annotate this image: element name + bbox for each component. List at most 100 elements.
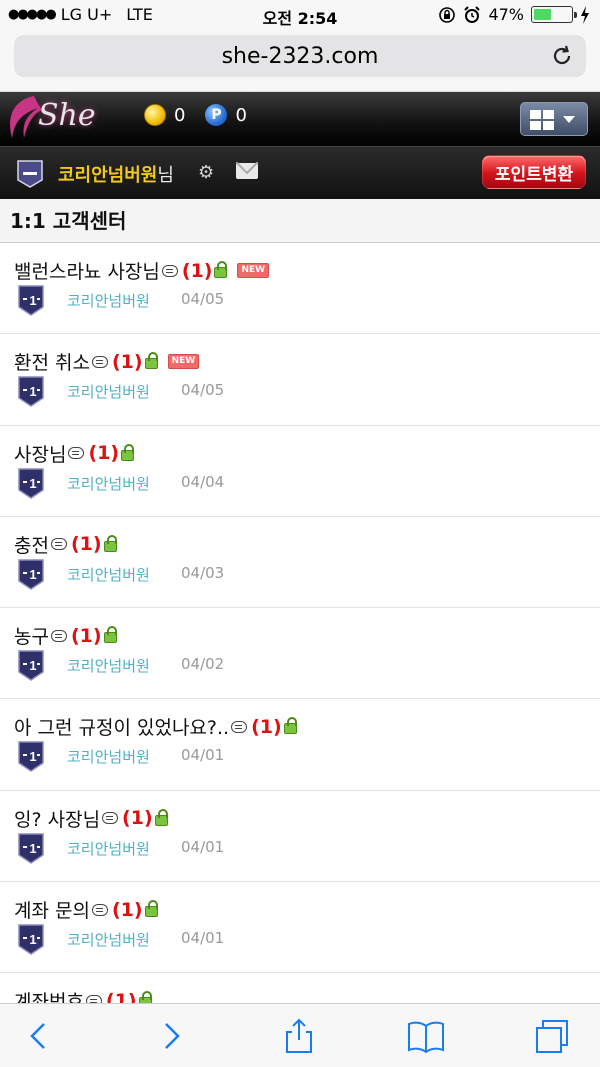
list-item[interactable]: 농구 (1) 1 코리안넘버원 04/02 bbox=[0, 608, 600, 700]
post-title: 계좌 문의 bbox=[14, 900, 90, 923]
browser-toolbar bbox=[0, 1003, 600, 1067]
list-item[interactable]: 충전 (1) 1 코리안넘버원 04/03 bbox=[0, 517, 600, 609]
list-item[interactable]: 계좌번호(1)1코리안넘버원04/01 bbox=[0, 973, 600, 1003]
address-field[interactable]: she-2323.com bbox=[14, 35, 586, 77]
lock-icon bbox=[283, 717, 297, 735]
tabs-icon[interactable] bbox=[533, 1018, 573, 1054]
post-title: 잉? 사장님 bbox=[14, 808, 101, 831]
bookmarks-icon[interactable] bbox=[406, 1018, 446, 1054]
speech-bubble-icon bbox=[161, 264, 178, 277]
alarm-icon bbox=[464, 5, 481, 23]
forward-icon[interactable] bbox=[150, 1018, 190, 1054]
speech-bubble-icon bbox=[50, 629, 67, 642]
balance-area: 0 P 0 bbox=[144, 104, 247, 126]
list-item[interactable]: 아 그런 규정이 있었나요?.. (1) 1 코리안넘버원 04/01 bbox=[0, 699, 600, 791]
honorific: 님 bbox=[157, 165, 174, 186]
level-badge-icon: 1 bbox=[18, 467, 44, 499]
speech-bubble-icon bbox=[102, 812, 119, 825]
back-icon[interactable] bbox=[20, 1018, 60, 1054]
reply-count: (1) bbox=[251, 715, 282, 738]
logo-text: She bbox=[38, 98, 96, 133]
level-badge-icon: 1 bbox=[18, 924, 44, 955]
post-title-row[interactable]: 환전 취소 (1) NEW bbox=[14, 348, 200, 375]
reply-count: (1) bbox=[70, 533, 102, 556]
speech-bubble-icon bbox=[91, 355, 108, 368]
list-item[interactable]: 계좌 문의 (1) 1 코리안넘버원 04/01 bbox=[0, 882, 600, 974]
level-number: 1 bbox=[29, 384, 36, 399]
post-date: 04/05 bbox=[181, 381, 225, 400]
reply-count: (1) bbox=[105, 989, 137, 1003]
post-author[interactable]: 코리안넘버원 bbox=[67, 746, 150, 767]
speech-bubble-icon bbox=[231, 720, 248, 733]
post-title-row[interactable]: 계좌번호 (1) bbox=[14, 987, 152, 1003]
post-author[interactable]: 코리안넘버원 bbox=[67, 655, 150, 676]
post-title-row[interactable]: 밸런스라뇨 사장님 (1) NEW bbox=[14, 257, 270, 284]
point-convert-button[interactable]: 포인트변환 bbox=[482, 155, 586, 189]
post-title: 밸런스라뇨 사장님 bbox=[14, 261, 160, 283]
lock-icon bbox=[154, 808, 168, 826]
post-author[interactable]: 코리안넘버원 bbox=[67, 381, 150, 402]
lock-icon bbox=[121, 443, 135, 461]
url-text: she-2323.com bbox=[221, 43, 379, 69]
level-badge-icon: 1 bbox=[18, 741, 44, 773]
site-logo[interactable]: She bbox=[4, 94, 104, 142]
grid-menu-icon bbox=[530, 110, 554, 130]
page-title: 1:1 고객센터 bbox=[0, 199, 600, 243]
status-bar: ●●●●● LG U+ LTE 오전 2:54 47% bbox=[0, 0, 600, 30]
point-balance: 0 bbox=[235, 104, 247, 126]
post-title-row[interactable]: 아 그런 규정이 있었나요?.. (1) bbox=[14, 713, 297, 740]
battery-percent: 47% bbox=[488, 5, 524, 24]
post-title: 충전 bbox=[14, 534, 49, 557]
speech-bubble-icon bbox=[85, 994, 102, 1003]
post-date: 04/04 bbox=[181, 472, 225, 491]
post-title-row[interactable]: 농구 (1) bbox=[14, 622, 117, 649]
post-title-row[interactable]: 사장님 (1) bbox=[14, 440, 135, 467]
menu-button[interactable] bbox=[520, 102, 588, 136]
lock-icon bbox=[144, 900, 158, 918]
list-item[interactable]: 사장님 (1) 1 코리안넘버원 04/04 bbox=[0, 426, 600, 517]
post-author[interactable]: 코리안넘버원 bbox=[67, 290, 150, 311]
reload-icon[interactable] bbox=[550, 44, 574, 68]
share-icon[interactable] bbox=[279, 1018, 319, 1054]
battery-icon bbox=[531, 6, 577, 23]
mail-icon[interactable] bbox=[236, 163, 258, 179]
post-author[interactable]: 코리안넘버원 bbox=[67, 564, 150, 585]
lock-icon bbox=[103, 626, 117, 644]
level-number: 1 bbox=[29, 476, 36, 491]
reply-count: (1) bbox=[88, 442, 120, 465]
lock-icon bbox=[214, 261, 228, 278]
list-item[interactable]: 환전 취소 (1) NEW 1 코리안넘버원 04/05 bbox=[0, 334, 600, 426]
reply-count: (1) bbox=[122, 807, 153, 830]
post-date: 04/02 bbox=[181, 655, 225, 674]
level-badge-icon: 1 bbox=[18, 559, 44, 590]
list-item[interactable]: 잉? 사장님 (1) 1 코리안넘버원 04/01 bbox=[0, 791, 600, 883]
level-badge-icon: 1 bbox=[18, 833, 44, 864]
post-title: 농구 bbox=[14, 626, 49, 649]
post-author[interactable]: 코리안넘버원 bbox=[67, 838, 150, 859]
site-header: She 0 P 0 bbox=[0, 92, 600, 147]
post-title-row[interactable]: 계좌 문의 (1) bbox=[14, 896, 158, 923]
lock-icon bbox=[103, 534, 117, 552]
post-date: 04/01 bbox=[181, 929, 225, 948]
post-title: 아 그런 규정이 있었나요?.. bbox=[14, 717, 230, 740]
charging-bolt-icon bbox=[581, 5, 589, 24]
list-item[interactable]: 밸런스라뇨 사장님 (1) NEW 1 코리안넘버원 04/05 bbox=[0, 243, 600, 335]
level-badge-icon: 1 bbox=[18, 650, 44, 682]
post-title-row[interactable]: 잉? 사장님 (1) bbox=[14, 805, 168, 832]
post-title: 계좌번호 bbox=[14, 991, 84, 1003]
level-number: 1 bbox=[29, 932, 36, 947]
new-badge: NEW bbox=[237, 263, 270, 278]
speech-bubble-icon bbox=[50, 538, 67, 551]
username[interactable]: 코리안넘버원님 bbox=[58, 161, 174, 187]
chevron-down-icon bbox=[563, 116, 575, 123]
post-author[interactable]: 코리안넘버원 bbox=[67, 929, 150, 950]
post-author[interactable]: 코리안넘버원 bbox=[67, 473, 150, 494]
gear-icon[interactable]: ⚙ bbox=[198, 162, 214, 183]
post-title: 환전 취소 bbox=[14, 352, 90, 375]
rotation-lock-icon bbox=[439, 6, 456, 23]
post-title-row[interactable]: 충전 (1) bbox=[14, 531, 117, 558]
browser-url-bar: she-2323.com bbox=[0, 30, 600, 92]
coin-icon bbox=[144, 104, 166, 126]
reply-count: (1) bbox=[111, 350, 143, 373]
lock-icon bbox=[144, 352, 158, 370]
